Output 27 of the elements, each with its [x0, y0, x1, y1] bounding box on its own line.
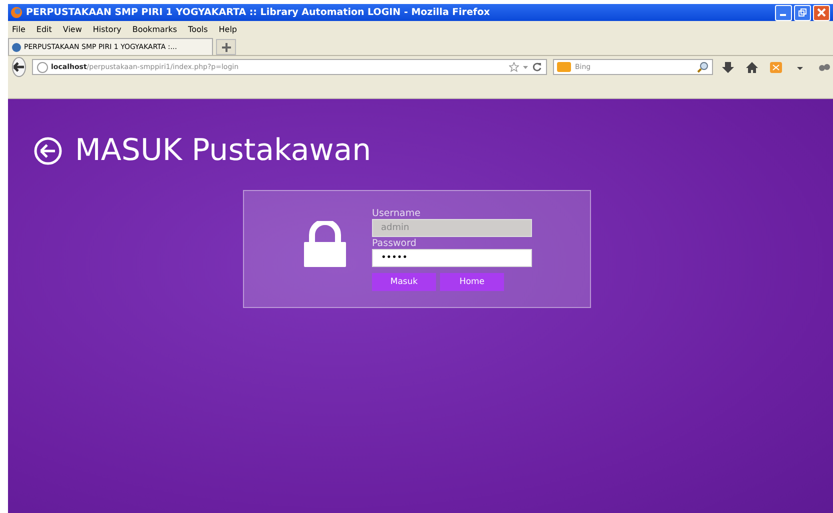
window-title: PERPUSTAKAAN SMP PIRI 1 YOGYAKARTA :: Library Automation LOGIN - Mozilla Firefox: [26, 7, 491, 18]
back-button[interactable]: [12, 57, 26, 77]
menu-item[interactable]: Tools: [188, 24, 208, 34]
input-field[interactable]: •••••: [372, 249, 532, 267]
menu-item[interactable]: History: [92, 24, 122, 34]
form-button[interactable]: Masuk: [372, 273, 436, 291]
menu-item[interactable]: View: [62, 24, 82, 34]
menu-item[interactable]: Edit: [36, 24, 52, 34]
download-icon[interactable]: [722, 62, 734, 72]
reload-icon[interactable]: [532, 62, 542, 72]
extension-icon[interactable]: [818, 62, 830, 72]
restore-icon[interactable]: [794, 4, 811, 20]
field-label: Password: [372, 238, 418, 249]
new-tab-icon[interactable]: [216, 39, 236, 55]
search-icon[interactable]: [697, 61, 709, 73]
home-icon[interactable]: [746, 62, 758, 72]
field-label: Username: [372, 208, 422, 219]
menu-item[interactable]: File: [12, 24, 26, 34]
page-heading: MASUK Pustakawan: [75, 133, 372, 168]
star-icon[interactable]: [509, 62, 519, 72]
padlock-icon: [302, 221, 348, 267]
browser-logo-icon: [11, 7, 22, 18]
menu-item[interactable]: Help: [218, 24, 238, 34]
close-icon[interactable]: [813, 4, 830, 20]
menu-item[interactable]: Bookmarks: [132, 24, 178, 34]
form-button[interactable]: Home: [440, 273, 504, 291]
minimize-icon[interactable]: [775, 4, 792, 20]
